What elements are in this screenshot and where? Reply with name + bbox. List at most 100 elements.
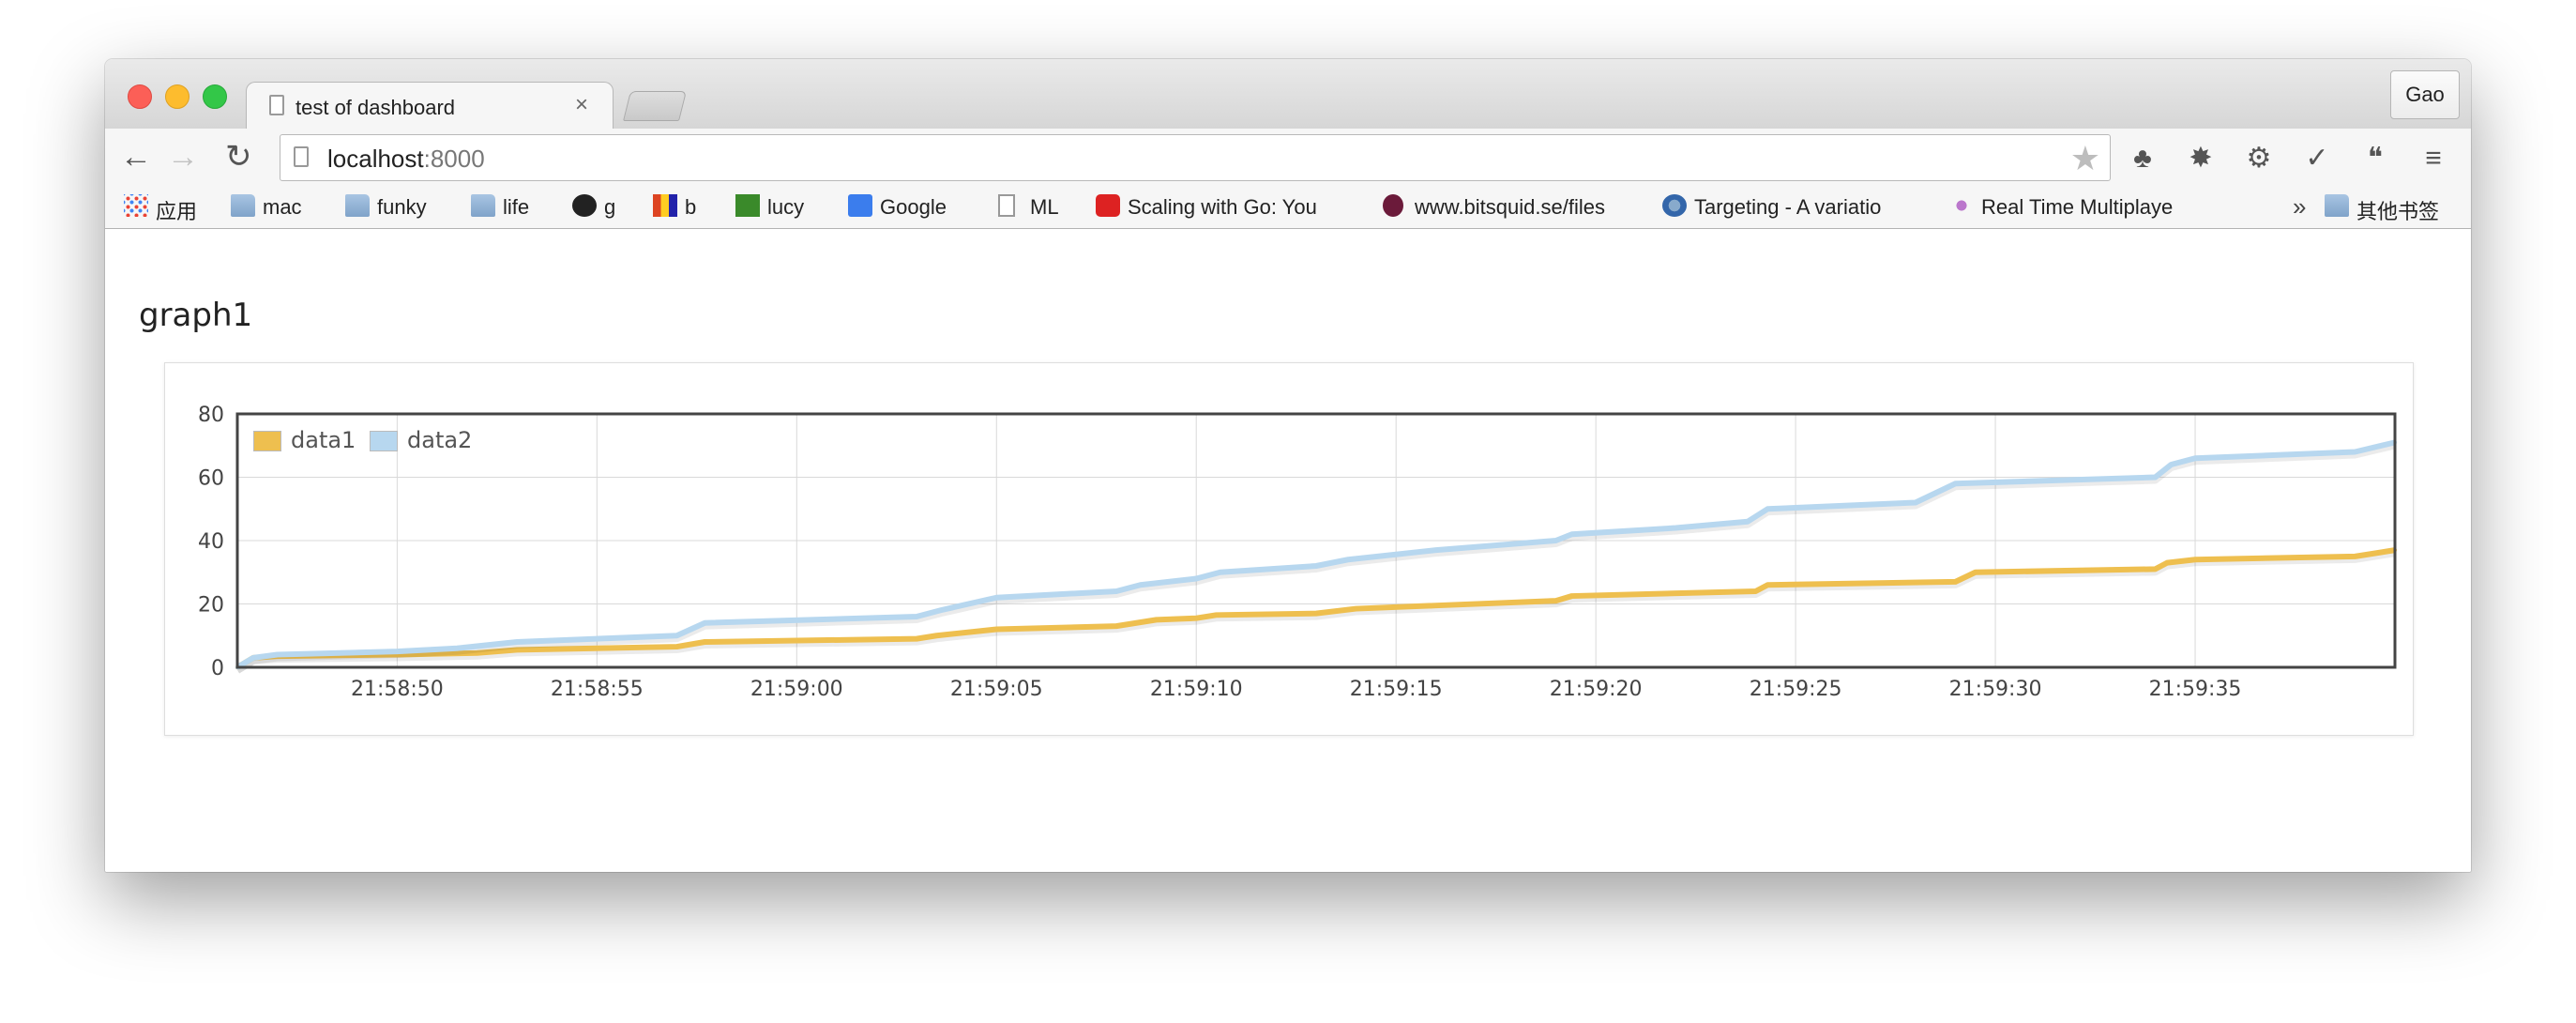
github-icon	[572, 194, 597, 217]
data-point-data1	[1154, 618, 1159, 622]
bookmark-label: ML	[1030, 195, 1059, 219]
data-point-data1	[994, 627, 999, 632]
bookmark-label: lucy	[767, 195, 805, 219]
x-tick-label: 21:59:10	[1150, 678, 1243, 701]
zoom-window-button[interactable]	[203, 84, 227, 109]
data-point-data2	[2193, 456, 2198, 461]
data-point-data2	[275, 652, 280, 657]
url-text[interactable]: localhost:8000	[327, 145, 485, 174]
line-chart: 0 20 40 60 80 21:58:50 21:58:55 21:59:00 21:59:0…	[198, 404, 2397, 701]
bookmarks-bar: 应用 mac funky life g b lucy Google ML Scaling with…	[105, 185, 2471, 229]
page-title: graph1	[139, 297, 253, 334]
data-point-data2	[1569, 532, 1574, 537]
data-point-data1	[1765, 583, 1770, 588]
data-point-data2	[1218, 570, 1222, 574]
bookmark-label: b	[685, 195, 697, 219]
data-point-data2	[2353, 450, 2357, 454]
data-point-data2	[703, 620, 707, 625]
y-tick-label: 60	[198, 467, 224, 491]
tab-active[interactable]: test of dashboard ×	[246, 82, 614, 131]
data-point-data2	[1138, 583, 1143, 588]
back-button[interactable]: ←	[120, 138, 152, 176]
bookmark-label: www.bitsquid.se/files	[1415, 195, 1605, 219]
data-point-data2	[994, 595, 999, 600]
browser-window: test of dashboard × Gao ← → ↻ localhost:…	[105, 59, 2471, 872]
data-point-data2	[515, 640, 520, 644]
check-icon[interactable]: ✓	[2298, 140, 2336, 177]
x-tick-label: 21:59:35	[2149, 678, 2242, 701]
data-point-data2	[455, 646, 460, 650]
bookmark-label: Google	[880, 195, 947, 219]
close-window-button[interactable]	[128, 84, 152, 109]
bookmark-label: Targeting - A variatio	[1694, 195, 1882, 219]
legend-swatch	[370, 431, 398, 451]
bookmarks-overflow-button[interactable]: »	[2293, 192, 2306, 221]
star-site-icon	[735, 194, 760, 217]
data-point-data2	[1114, 589, 1119, 593]
y-tick-label: 80	[198, 404, 224, 427]
folder-icon	[345, 194, 370, 217]
tab-title: test of dashboard	[295, 96, 456, 119]
bookmark-label: 应用	[156, 200, 198, 223]
legend-label: data2	[407, 427, 473, 453]
folder-icon	[231, 194, 255, 217]
tab-close-icon[interactable]: ×	[575, 92, 588, 118]
data-point-data1	[1194, 616, 1199, 620]
data-point-data2	[1953, 481, 1958, 486]
data-point-data1	[1953, 579, 1958, 584]
x-tick-label: 21:59:20	[1550, 678, 1643, 701]
x-tick-label: 21:59:15	[1350, 678, 1443, 701]
data-point-data2	[1746, 519, 1750, 524]
title-bar: test of dashboard × Gao	[105, 59, 2471, 131]
bookmark-label: life	[503, 195, 530, 219]
address-bar[interactable]: localhost:8000 ★	[280, 134, 2111, 181]
data-point-data2	[1433, 548, 1438, 553]
data-point-data2	[1346, 557, 1351, 562]
url-port: :8000	[423, 145, 485, 173]
minimize-window-button[interactable]	[165, 84, 189, 109]
y-tick-label: 20	[198, 594, 224, 618]
page-icon	[294, 146, 309, 167]
data-point-data2	[1194, 576, 1199, 581]
data-point-data2	[1314, 564, 1318, 568]
data-point-data1	[915, 636, 919, 641]
google-icon	[848, 194, 872, 217]
bookmark-label: funky	[377, 195, 427, 219]
reload-button[interactable]: ↻	[225, 138, 252, 176]
data-point-data2	[938, 608, 943, 613]
new-tab-button[interactable]	[623, 91, 687, 121]
data-point-data1	[1114, 624, 1119, 629]
data-point-data2	[2153, 475, 2158, 480]
youtube-icon	[1096, 194, 1120, 217]
data-point-data2	[251, 655, 256, 660]
data-point-data1	[703, 640, 707, 644]
bookmark-label: 其他书签	[2356, 200, 2440, 223]
page-icon	[998, 194, 1015, 217]
chat-icon[interactable]: ❝	[2356, 140, 2394, 177]
x-tick-label: 21:59:00	[750, 678, 843, 701]
data-point-data1	[2165, 560, 2170, 565]
data-point-data2	[1913, 500, 1917, 505]
data-point-data1	[1973, 570, 1977, 574]
data-point-data2	[1553, 539, 1558, 542]
x-tick-label: 21:59:05	[950, 678, 1043, 701]
data-point-data1	[1354, 606, 1358, 611]
legend-swatch	[253, 431, 281, 451]
forward-button[interactable]: →	[167, 138, 199, 176]
y-tick-label: 40	[198, 530, 224, 554]
navigation-toolbar: ← → ↻ localhost:8000 ★ ♣ ✸ ⚙ ✓ ❝ ≡	[105, 129, 2471, 185]
folder-icon	[471, 194, 495, 217]
profile-button[interactable]: Gao	[2390, 70, 2460, 119]
bitsquid-icon	[1383, 194, 1403, 217]
data-point-data1	[1569, 594, 1574, 599]
data-point-data2	[1674, 526, 1678, 530]
evernote-icon[interactable]: ♣	[2124, 140, 2161, 177]
data-point-data1	[2153, 567, 2158, 572]
data-point-data2	[1765, 507, 1770, 512]
bookmark-star-icon[interactable]: ★	[2070, 139, 2100, 178]
gear-icon[interactable]: ⚙	[2240, 140, 2278, 177]
menu-icon[interactable]: ≡	[2415, 140, 2452, 177]
page-content: graph1 0 20 40 60 80 21:58:50 21:58:55 21:59:00…	[105, 229, 2471, 872]
firebug-icon[interactable]: ✸	[2182, 140, 2220, 177]
bookmark-label: Real Time Multiplaye	[1981, 195, 2174, 219]
